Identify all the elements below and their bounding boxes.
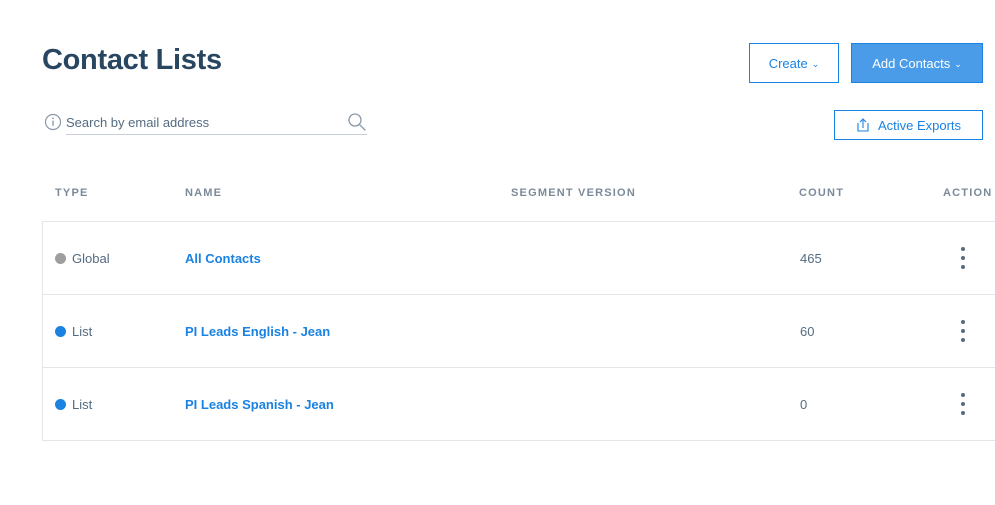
chevron-down-icon: ⌄: [811, 58, 820, 69]
column-header-segment-version: SEGMENT VERSION: [511, 187, 636, 199]
list-name-link[interactable]: PI Leads English - Jean: [185, 324, 330, 339]
name-cell: All Contacts: [185, 222, 261, 294]
contact-lists-table: Global All Contacts 465 List PI Leads En…: [42, 221, 995, 441]
type-label: List: [72, 323, 93, 339]
type-status-dot: [55, 325, 66, 337]
name-cell: PI Leads Spanish - Jean: [185, 368, 334, 440]
search-input[interactable]: [66, 110, 346, 134]
active-exports-button[interactable]: Active Exports: [834, 110, 983, 140]
type-status-dot: [55, 252, 66, 264]
list-name-link[interactable]: All Contacts: [185, 251, 261, 266]
add-contacts-button[interactable]: Add Contacts ⌄: [851, 43, 983, 83]
search-field: [66, 110, 367, 135]
column-header-action: ACTION: [943, 187, 993, 199]
name-cell: PI Leads English - Jean: [185, 295, 330, 367]
action-cell: [953, 368, 973, 440]
action-cell: [953, 222, 973, 294]
type-cell: List: [55, 295, 92, 367]
type-cell: List: [55, 368, 92, 440]
count-cell: 465: [800, 250, 822, 266]
column-header-name: NAME: [185, 187, 223, 199]
type-label: List: [72, 396, 93, 412]
search-icon[interactable]: [347, 112, 367, 132]
table-row: List PI Leads English - Jean 60: [43, 295, 995, 368]
count-cell: 0: [800, 396, 808, 412]
create-button-label: Create: [768, 55, 808, 71]
create-button[interactable]: Create ⌄: [749, 43, 839, 83]
type-cell: Global: [55, 222, 110, 294]
type-label: Global: [72, 250, 110, 266]
column-header-count: COUNT: [799, 187, 845, 199]
more-vertical-icon[interactable]: [955, 389, 971, 419]
type-status-dot: [55, 398, 66, 410]
more-vertical-icon[interactable]: [955, 316, 971, 346]
more-vertical-icon[interactable]: [955, 243, 971, 273]
export-icon: [857, 118, 869, 132]
page-title: Contact Lists: [42, 44, 222, 76]
table-row: List PI Leads Spanish - Jean 0: [43, 368, 995, 441]
column-header-type: TYPE: [55, 187, 89, 199]
chevron-down-icon: ⌄: [954, 58, 962, 69]
info-icon[interactable]: [44, 113, 62, 131]
table-row: Global All Contacts 465: [43, 222, 995, 295]
list-name-link[interactable]: PI Leads Spanish - Jean: [185, 397, 334, 412]
count-cell: 60: [800, 323, 815, 339]
active-exports-label: Active Exports: [877, 117, 962, 133]
action-cell: [953, 295, 973, 367]
add-contacts-button-label: Add Contacts: [872, 55, 951, 71]
